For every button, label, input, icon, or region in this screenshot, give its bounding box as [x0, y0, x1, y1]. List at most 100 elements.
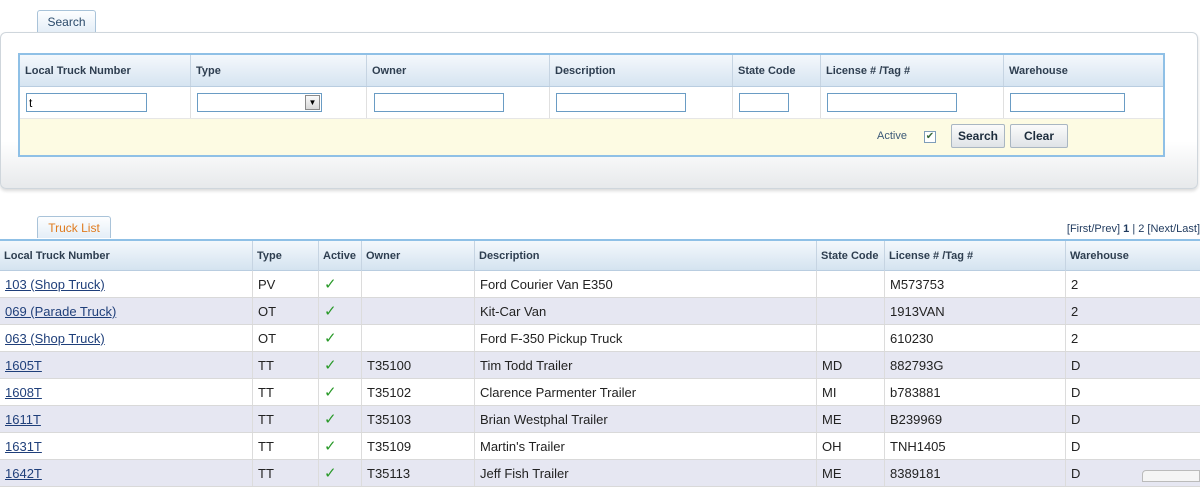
cell-owner: [362, 325, 475, 351]
cell-description: Ford F-350 Pickup Truck: [475, 325, 817, 351]
cell-description: Clarence Parmenter Trailer: [475, 379, 817, 405]
col-license[interactable]: License # /Tag #: [885, 241, 1066, 271]
table-row: 1611T TT ✓ T35103 Brian Westphal Trailer ME B2…: [0, 406, 1200, 433]
truck-number-link[interactable]: 103 (Shop Truck): [5, 277, 105, 292]
tab-truck-list[interactable]: Truck List: [37, 216, 111, 238]
cell-active: ✓: [319, 379, 362, 405]
col-state-code[interactable]: State Code: [817, 241, 885, 271]
check-icon: ✓: [324, 357, 337, 374]
search-col-license: License # /Tag #: [821, 55, 1004, 86]
table-row: 063 (Shop Truck) OT ✓ Ford F-350 Pickup Tru…: [0, 325, 1200, 352]
clear-button[interactable]: Clear: [1010, 124, 1068, 148]
license-input[interactable]: [827, 93, 957, 112]
corner-button[interactable]: [1142, 470, 1200, 482]
cell-license: b783881: [885, 379, 1066, 405]
cell-state-code: [817, 271, 885, 297]
cell-description: Kit-Car Van: [475, 298, 817, 324]
pager-first-prev[interactable]: [First/Prev]: [1067, 223, 1120, 235]
pager-page-1: 1: [1123, 223, 1130, 235]
search-input-row: ▼: [20, 87, 1163, 119]
description-input[interactable]: [556, 93, 686, 112]
truck-number-link[interactable]: 1605T: [5, 358, 42, 373]
search-col-local-truck-number: Local Truck Number: [20, 55, 191, 86]
cell-truck-number: 1642T: [0, 460, 253, 486]
cell-state-code: [817, 325, 885, 351]
cell-license: 8389181: [885, 460, 1066, 486]
cell-type: TT: [253, 433, 319, 459]
search-col-warehouse: Warehouse: [1009, 65, 1068, 77]
type-select[interactable]: ▼: [197, 93, 322, 112]
tab-search[interactable]: Search: [37, 10, 96, 32]
cell-description: Martin's Trailer: [475, 433, 817, 459]
active-label: Active: [877, 130, 907, 142]
col-type[interactable]: Type: [253, 241, 319, 271]
col-owner[interactable]: Owner: [362, 241, 475, 271]
cell-description: Ford Courier Van E350: [475, 271, 817, 297]
col-active[interactable]: Active: [319, 241, 362, 271]
truck-number-link[interactable]: 1611T: [5, 412, 41, 427]
cell-license: M573753: [885, 271, 1066, 297]
search-col-description: Description: [550, 55, 733, 86]
state-code-input[interactable]: [739, 93, 789, 112]
cell-state-code: [817, 298, 885, 324]
cell-warehouse: 2: [1071, 304, 1079, 319]
cell-type: OT: [253, 298, 319, 324]
cell-warehouse: D: [1071, 439, 1081, 454]
cell-owner: T35102: [362, 379, 475, 405]
cell-owner: [362, 298, 475, 324]
check-icon: ✓: [324, 438, 337, 455]
cell-truck-number: 063 (Shop Truck): [0, 325, 253, 351]
cell-state-code: MD: [817, 352, 885, 378]
truck-number-link[interactable]: 063 (Shop Truck): [5, 331, 105, 346]
search-form: Local Truck Number Type Owner Descriptio…: [18, 53, 1165, 157]
table-row: 1605T TT ✓ T35100 Tim Todd Trailer MD 882793G D: [0, 352, 1200, 379]
cell-warehouse: D: [1071, 412, 1081, 427]
cell-description: Jeff Fish Trailer: [475, 460, 817, 486]
search-actions: Active ✔ Search Clear: [20, 119, 1163, 155]
pager-page-2[interactable]: 2: [1138, 223, 1144, 235]
cell-active: ✓: [319, 298, 362, 324]
cell-warehouse: 2: [1071, 331, 1079, 346]
cell-type: TT: [253, 352, 319, 378]
col-warehouse[interactable]: Warehouse: [1066, 241, 1200, 271]
truck-number-link[interactable]: 1642T: [5, 466, 42, 481]
search-col-owner: Owner: [367, 55, 550, 86]
warehouse-input[interactable]: [1010, 93, 1125, 112]
truck-table-header: Local Truck Number Type Active Owner Des…: [0, 239, 1200, 271]
check-icon: ✓: [324, 276, 337, 293]
check-icon: ✓: [324, 303, 337, 320]
cell-state-code: ME: [817, 460, 885, 486]
cell-active: ✓: [319, 325, 362, 351]
cell-type: TT: [253, 379, 319, 405]
cell-description: Tim Todd Trailer: [475, 352, 817, 378]
cell-owner: T35113: [362, 460, 475, 486]
local-truck-number-input[interactable]: [26, 93, 147, 112]
cell-state-code: ME: [817, 406, 885, 432]
check-icon: ✓: [324, 411, 337, 428]
col-description[interactable]: Description: [475, 241, 817, 271]
pager-next-last[interactable]: [Next/Last]: [1147, 223, 1200, 235]
cell-state-code: MI: [817, 379, 885, 405]
cell-type: TT: [253, 406, 319, 432]
cell-state-code: OH: [817, 433, 885, 459]
truck-number-link[interactable]: 1608T: [5, 385, 42, 400]
cell-description: Brian Westphal Trailer: [475, 406, 817, 432]
cell-active: ✓: [319, 460, 362, 486]
truck-number-link[interactable]: 069 (Parade Truck): [5, 304, 116, 319]
cell-truck-number: 1631T: [0, 433, 253, 459]
truck-number-link[interactable]: 1631T: [5, 439, 42, 454]
pager-separator: |: [1132, 223, 1136, 235]
cell-active: ✓: [319, 433, 362, 459]
chevron-down-icon[interactable]: ▼: [305, 95, 320, 110]
active-checkbox[interactable]: ✔: [924, 131, 936, 143]
check-icon: ✓: [324, 384, 337, 401]
search-button[interactable]: Search: [951, 124, 1005, 148]
cell-owner: T35103: [362, 406, 475, 432]
cell-active: ✓: [319, 406, 362, 432]
cell-type: OT: [253, 325, 319, 351]
cell-license: 610230: [885, 325, 1066, 351]
owner-input[interactable]: [374, 93, 504, 112]
table-row: 069 (Parade Truck) OT ✓ Kit-Car Van 1913VAN 2: [0, 298, 1200, 325]
col-local-truck-number[interactable]: Local Truck Number: [0, 241, 253, 271]
search-form-header: Local Truck Number Type Owner Descriptio…: [20, 55, 1163, 87]
